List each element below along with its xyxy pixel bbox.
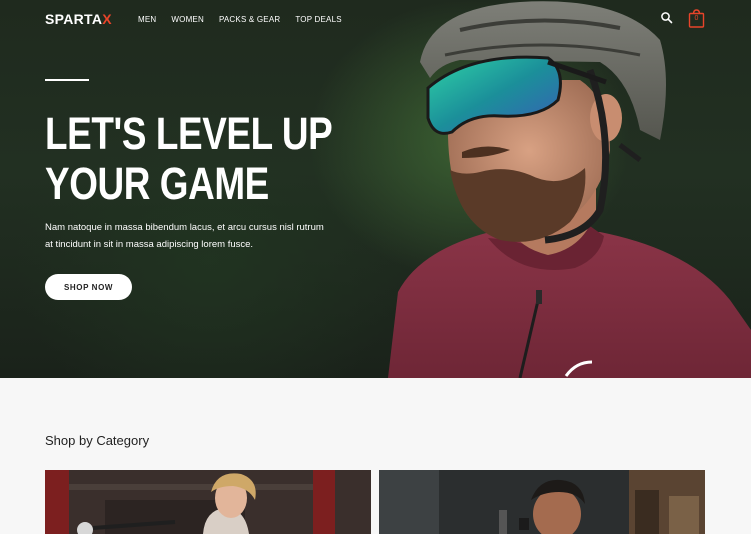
- brand-accent: X: [102, 11, 112, 27]
- category-section-title: Shop by Category: [45, 433, 150, 448]
- category-card[interactable]: [379, 470, 705, 534]
- nav-item-packs-gear[interactable]: PACKS & GEAR: [219, 15, 280, 24]
- category-image-training: [379, 470, 705, 534]
- hero-banner: SPARTAX MEN WOMEN PACKS & GEAR TOP DEALS…: [0, 0, 751, 378]
- nav-item-women[interactable]: WOMEN: [171, 15, 204, 24]
- main-navigation: SPARTAX MEN WOMEN PACKS & GEAR TOP DEALS…: [0, 0, 751, 40]
- cart-button[interactable]: 0: [688, 9, 705, 28]
- search-icon: [661, 12, 673, 24]
- brand-name: SPARTA: [45, 11, 103, 27]
- cart-count-badge: 0: [694, 15, 699, 22]
- hero-title-line-1: LET'S LEVEL UP: [45, 108, 333, 159]
- shop-now-button[interactable]: SHOP NOW: [45, 274, 132, 300]
- hero-description: Nam natoque in massa bibendum lacus, et …: [45, 222, 324, 250]
- hero-divider: [45, 79, 89, 81]
- nav-item-top-deals[interactable]: TOP DEALS: [295, 15, 341, 24]
- hero-title-line-2: YOUR GAME: [45, 158, 269, 209]
- nav-item-men[interactable]: MEN: [138, 15, 156, 24]
- category-image-fitness: [45, 470, 371, 534]
- nav-menu: MEN WOMEN PACKS & GEAR TOP DEALS: [138, 15, 342, 24]
- category-card[interactable]: [45, 470, 371, 534]
- hero-title: LET'S LEVEL UP YOUR GAME: [45, 108, 333, 209]
- search-button[interactable]: [660, 11, 674, 25]
- brand-logo[interactable]: SPARTAX: [45, 11, 112, 27]
